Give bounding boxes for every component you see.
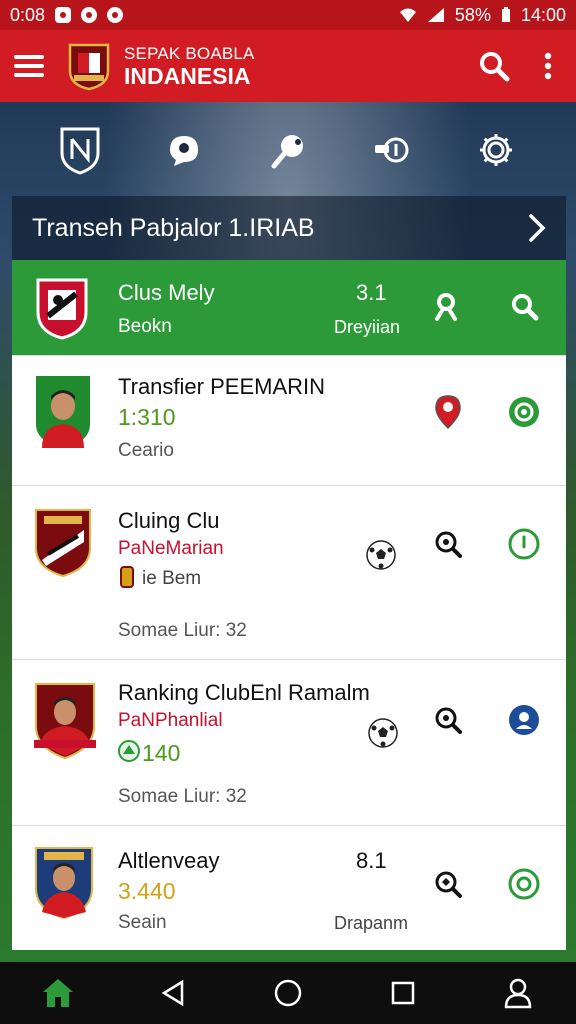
crest-icon[interactable] [53, 123, 107, 177]
row-score: 8.1 [356, 848, 387, 873]
app-bar: SEPAK BOABLA INDANESIA [0, 30, 576, 102]
back-icon[interactable] [148, 968, 198, 1018]
badge-icon[interactable] [506, 394, 542, 430]
home-icon[interactable] [33, 968, 83, 1018]
soccer-ball-icon [368, 718, 398, 748]
row-title: Cluing Clu [118, 508, 220, 533]
status-bar: 0:08 58% 14:00 [0, 0, 576, 30]
row-caption: Seain [118, 912, 167, 933]
row-footer: Somae Liur: 32 [118, 786, 247, 807]
club-score: 3.1 [356, 280, 387, 305]
tag-icon [120, 566, 134, 588]
ping-pong-icon[interactable] [261, 123, 315, 177]
club-list: Clus Mely Beokn 3.1 Dreyiian Transfier P… [12, 260, 566, 950]
club-crest-icon [35, 509, 91, 578]
notification-icon [81, 7, 98, 23]
app-logo [68, 43, 110, 91]
player-avatar [34, 683, 96, 760]
row-value: 1:310 [118, 404, 176, 430]
search-icon[interactable] [506, 288, 542, 324]
gear-icon[interactable] [469, 123, 523, 177]
person-badge-icon[interactable] [506, 702, 542, 738]
profile-icon[interactable] [493, 968, 543, 1018]
app-title-line2: INDANESIA [124, 62, 251, 89]
player-avatar [35, 847, 93, 920]
status-time: 0:08 [10, 4, 46, 25]
home-circle-icon[interactable] [263, 968, 313, 1018]
whistle-icon[interactable] [365, 123, 419, 177]
magnifier-icon[interactable] [430, 702, 466, 738]
magnifier-icon[interactable] [430, 526, 466, 562]
list-item[interactable]: Ranking ClubEnl Ramalm PaNPhanlial 140 S… [12, 660, 566, 826]
club-badge-icon [118, 740, 140, 762]
list-item[interactable]: Transfier PEEMARIN 1:310 Ceario [12, 356, 566, 486]
row-value: 140 [142, 740, 181, 766]
club-right-label: Dreyiian [334, 317, 401, 337]
list-item[interactable]: Cluing Clu PaNeMarian ie Bem Somae Liur:… [12, 486, 566, 660]
list-item[interactable]: Altlenveay 3.440 Seain 8.1 Drapanm [12, 826, 566, 950]
row-title: Ranking ClubEnl Ramalm [118, 680, 370, 705]
row-title: Altlenveay [118, 848, 220, 873]
transfer-banner[interactable]: Transeh Pabjalor 1.IRIAB [12, 196, 566, 260]
row-caption: Ceario [118, 440, 174, 461]
player-avatar [36, 376, 90, 448]
row-value: 3.440 [118, 878, 176, 904]
person-search-icon[interactable] [428, 288, 464, 324]
ball-search-icon[interactable] [430, 866, 466, 902]
status-badge-icon[interactable] [506, 866, 542, 902]
search-icon[interactable] [478, 50, 510, 82]
menu-icon[interactable] [14, 55, 44, 77]
row-footer: Somae Liur: 32 [118, 620, 247, 641]
map-pin-icon[interactable] [430, 394, 466, 430]
club-name: Clus Mely [118, 280, 215, 305]
recents-icon[interactable] [378, 968, 428, 1018]
app-title-line1: SEPAK BOABLA [124, 43, 255, 63]
chevron-right-icon [529, 214, 546, 242]
row-title: Transfier PEEMARIN [118, 374, 326, 399]
chat-ball-icon[interactable] [157, 123, 211, 177]
quick-actions [0, 110, 576, 190]
bottom-nav [0, 962, 576, 1024]
list-item[interactable]: Clus Mely Beokn 3.1 Dreyiian [12, 260, 566, 356]
club-crest-icon [36, 278, 88, 340]
row-subtitle: PaNPhanlial [118, 710, 223, 731]
status-clock: 14:00 [520, 4, 566, 25]
battery-icon [501, 7, 510, 22]
notification-icon [55, 7, 72, 23]
row-subtitle: PaNeMarian [118, 538, 224, 559]
club-subtitle: Beokn [118, 316, 172, 337]
battery-percent: 58% [454, 4, 491, 25]
row-caption: ie Bem [142, 568, 202, 589]
more-options-icon[interactable] [544, 52, 552, 80]
banner-text: Transeh Pabjalor 1.IRIAB [32, 213, 315, 242]
row-right-label: Drapanm [334, 913, 409, 933]
wifi-icon [399, 8, 416, 22]
soccer-ball-icon [366, 540, 396, 570]
signal-icon [427, 8, 444, 22]
notification-icon [107, 7, 124, 23]
timer-icon[interactable] [506, 526, 542, 562]
